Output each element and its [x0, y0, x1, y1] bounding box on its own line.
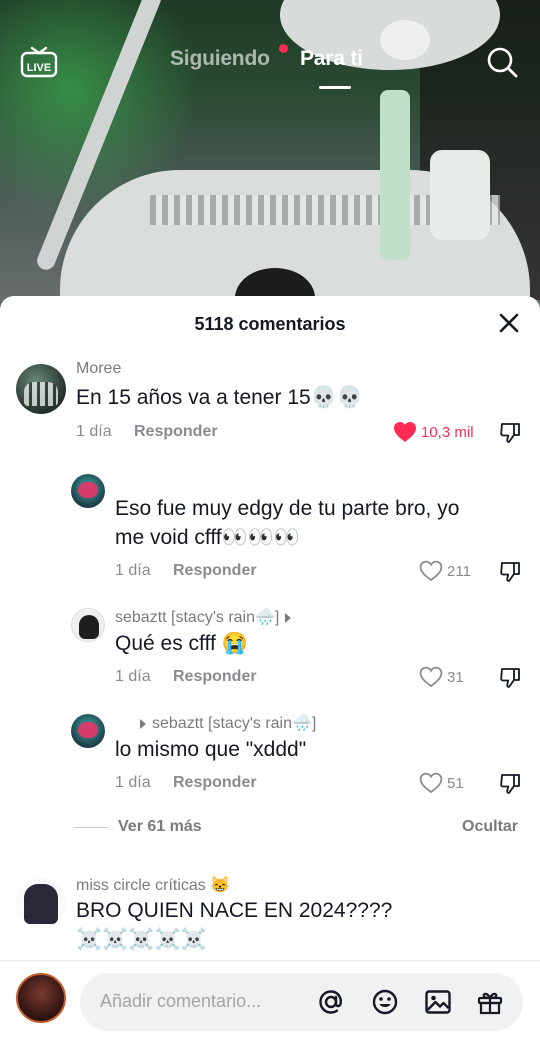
comment-composer: Añadir comentario...: [0, 960, 540, 1048]
like-count: 211: [447, 562, 471, 580]
svg-text:LIVE: LIVE: [27, 62, 51, 74]
comment-text-line-2: ☠️☠️☠️☠️☠️: [76, 928, 207, 951]
my-avatar[interactable]: [16, 973, 66, 1023]
reply-arrow-icon: [285, 612, 292, 623]
comment-username[interactable]: sebaztt [stacy's rain🌧️]: [115, 607, 297, 627]
search-icon[interactable]: [484, 44, 520, 80]
at-icon[interactable]: [316, 987, 346, 1017]
comment-time: 1 día: [115, 562, 151, 579]
heart-outline-icon: [419, 666, 443, 688]
heart-outline-icon: [419, 560, 443, 582]
reply-to-username[interactable]: sebaztt [stacy's rain🌧️]: [134, 713, 316, 733]
comment-input[interactable]: Añadir comentario...: [80, 973, 523, 1031]
tab-following[interactable]: Siguiendo: [170, 47, 270, 71]
comment-text: BRO QUIEN NACE EN 2024????: [76, 899, 393, 922]
view-more-replies-button[interactable]: Ver 61 más: [118, 818, 202, 836]
comment-time: 1 día: [115, 774, 151, 791]
reply-button[interactable]: Responder: [173, 668, 257, 686]
like-button[interactable]: 211: [419, 560, 471, 582]
comment-input-placeholder: Añadir comentario...: [100, 991, 262, 1011]
tab-for-you[interactable]: Para ti: [300, 47, 363, 71]
live-icon[interactable]: LIVE: [20, 44, 58, 78]
dislike-icon[interactable]: [499, 422, 521, 444]
like-button[interactable]: 51: [419, 772, 464, 794]
like-count: 10,3 mil: [421, 423, 474, 441]
comment-text: lo mismo que "xddd": [115, 738, 307, 761]
comment-text: Eso fue muy edgy de tu parte bro, yo: [115, 497, 460, 520]
like-count: 51: [447, 774, 464, 792]
comment-text: Qué es cfff 😭: [115, 632, 248, 655]
heart-outline-icon: [419, 772, 443, 794]
top-navigation: LIVE Siguiendo Para ti: [0, 0, 540, 120]
like-count: 31: [447, 668, 464, 686]
like-button[interactable]: 10,3 mil: [393, 421, 474, 443]
like-button[interactable]: 31: [419, 666, 464, 688]
comment-username[interactable]: Moree: [76, 360, 121, 378]
comment-text-line-2: me void cfff👀👀👀: [115, 526, 301, 549]
avatar[interactable]: [71, 474, 105, 508]
avatar[interactable]: [71, 608, 105, 642]
comment-time: 1 día: [76, 423, 112, 440]
dislike-icon[interactable]: [499, 667, 521, 689]
view-more-divider: [74, 827, 108, 828]
image-icon[interactable]: [423, 987, 453, 1017]
comment-text: En 15 años va a tener 15💀💀: [76, 386, 363, 409]
avatar[interactable]: [71, 714, 105, 748]
emoji-icon[interactable]: [370, 987, 400, 1017]
heart-filled-icon: [394, 422, 416, 442]
comment-time: 1 día: [115, 668, 151, 685]
comments-sheet: 5118 comentarios Moree En 15 años va a t…: [0, 296, 540, 1048]
reply-button[interactable]: Responder: [173, 774, 257, 792]
close-icon[interactable]: [498, 312, 520, 334]
hide-replies-button[interactable]: Ocultar: [462, 818, 518, 836]
notification-dot: [279, 44, 288, 53]
tab-active-indicator: [319, 86, 351, 89]
dislike-icon[interactable]: [499, 561, 521, 583]
gift-icon[interactable]: [475, 987, 505, 1017]
comment-username[interactable]: miss circle críticas 😸: [76, 875, 230, 895]
dislike-icon[interactable]: [499, 773, 521, 795]
reply-button[interactable]: Responder: [134, 423, 218, 441]
reply-arrow-icon: [140, 718, 146, 729]
comments-count-title: 5118 comentarios: [194, 314, 346, 334]
avatar[interactable]: [16, 878, 66, 928]
reply-button[interactable]: Responder: [173, 562, 257, 580]
avatar[interactable]: [16, 364, 66, 414]
video-pillar-2: [430, 150, 490, 240]
